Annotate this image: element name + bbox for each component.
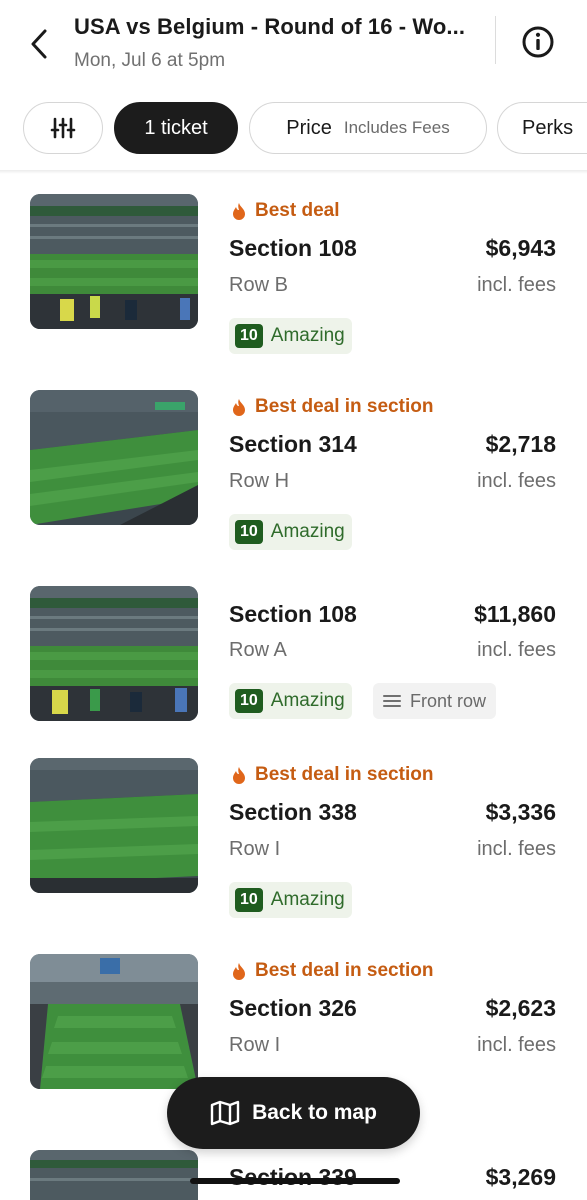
rating-badge: 10 Amazing [229, 514, 352, 550]
rating-label: Amazing [270, 690, 345, 711]
price-chip[interactable]: Price Includes Fees [249, 102, 487, 154]
info-icon [522, 26, 554, 58]
rating-score: 10 [235, 888, 263, 912]
filter-bar: 1 ticket Price Includes Fees Perks [0, 100, 587, 156]
home-indicator [190, 1178, 400, 1184]
back-to-map-button[interactable]: Back to map [167, 1077, 420, 1149]
section-name: Section 314 [229, 431, 357, 457]
rating-label: Amazing [270, 325, 345, 346]
fees-note: incl. fees [477, 470, 556, 492]
rating-badge: 10 Amazing [229, 683, 352, 719]
perks-chip-label: Perks [522, 116, 574, 139]
listing-card[interactable]: Section 339 $3,269 [0, 1150, 587, 1200]
rating-score: 10 [235, 324, 263, 348]
front-row-icon [383, 695, 401, 707]
flame-icon [233, 398, 245, 416]
back-button[interactable] [22, 24, 56, 64]
deal-label: Best deal in section [231, 396, 433, 418]
price-chip-sublabel: Includes Fees [343, 118, 450, 137]
seat-view-image [30, 954, 198, 1089]
deal-text: Best deal in section [255, 764, 434, 785]
listing-card[interactable]: Best deal Section 108 $6,943 Row B incl.… [0, 194, 587, 374]
rating-label: Amazing [270, 889, 345, 910]
listing-card[interactable]: Section 108 $11,860 Row A incl. fees 10 … [0, 586, 587, 766]
back-to-map-label: Back to map [252, 1101, 377, 1124]
listing-card[interactable]: Best deal in section Section 314 $2,718 … [0, 390, 587, 570]
seat-view-image [30, 586, 198, 721]
perk-label: Front row [410, 690, 487, 711]
fees-note: incl. fees [477, 639, 556, 661]
flame-icon [233, 202, 245, 220]
section-name: Section 326 [229, 995, 357, 1021]
flame-icon [233, 962, 245, 980]
listing-price: $3,269 [485, 1164, 556, 1190]
section-name: Section 108 [229, 235, 357, 261]
flame-icon [233, 766, 245, 784]
fees-note: incl. fees [477, 1034, 556, 1056]
seat-view-image [30, 758, 198, 893]
header: USA vs Belgium - Round of 16 - Wo... Mon… [0, 0, 587, 90]
seat-view-image [30, 1150, 198, 1200]
listing-price: $2,718 [485, 431, 556, 457]
seat-view-image [30, 194, 198, 329]
seat-view-image [30, 390, 198, 525]
deal-label: Best deal in section [231, 764, 433, 786]
row-label: Row A [229, 639, 287, 661]
deal-text: Best deal in section [255, 960, 434, 981]
filter-bar-shadow [0, 170, 587, 174]
perk-badge: Front row [373, 683, 497, 719]
sliders-icon [50, 117, 76, 139]
event-title: USA vs Belgium - Round of 16 - Wo... [74, 14, 466, 39]
perks-chip[interactable]: Perks [497, 102, 587, 154]
event-date: Mon, Jul 6 at 5pm [74, 50, 226, 71]
fees-note: incl. fees [477, 274, 556, 296]
deal-label: Best deal [231, 200, 339, 222]
section-name: Section 338 [229, 799, 357, 825]
chevron-left-icon [31, 29, 47, 59]
ticket-quantity-chip[interactable]: 1 ticket [114, 102, 238, 154]
info-button[interactable] [520, 24, 556, 60]
ticket-quantity-label: 1 ticket [144, 116, 208, 139]
fees-note: incl. fees [477, 838, 556, 860]
rating-score: 10 [235, 689, 263, 713]
row-label: Row H [229, 470, 290, 492]
header-divider [495, 16, 496, 64]
section-name: Section 108 [229, 601, 357, 627]
filter-settings-button[interactable] [23, 102, 103, 154]
row-label: Row B [229, 274, 288, 296]
deal-text: Best deal [255, 200, 340, 221]
deal-label: Best deal in section [231, 960, 433, 982]
price-chip-label: Price [286, 116, 332, 139]
row-label: Row I [229, 1034, 281, 1056]
listing-card[interactable]: Best deal in section Section 338 $3,336 … [0, 758, 587, 938]
listing-price: $6,943 [485, 235, 556, 261]
rating-badge: 10 Amazing [229, 882, 352, 918]
rating-badge: 10 Amazing [229, 318, 352, 354]
map-icon [210, 1100, 240, 1126]
row-label: Row I [229, 838, 281, 860]
deal-text: Best deal in section [255, 396, 434, 417]
rating-label: Amazing [270, 521, 345, 542]
listing-price: $2,623 [485, 995, 556, 1021]
listing-price: $11,860 [474, 601, 556, 627]
rating-score: 10 [235, 520, 263, 544]
listing-price: $3,336 [485, 799, 556, 825]
